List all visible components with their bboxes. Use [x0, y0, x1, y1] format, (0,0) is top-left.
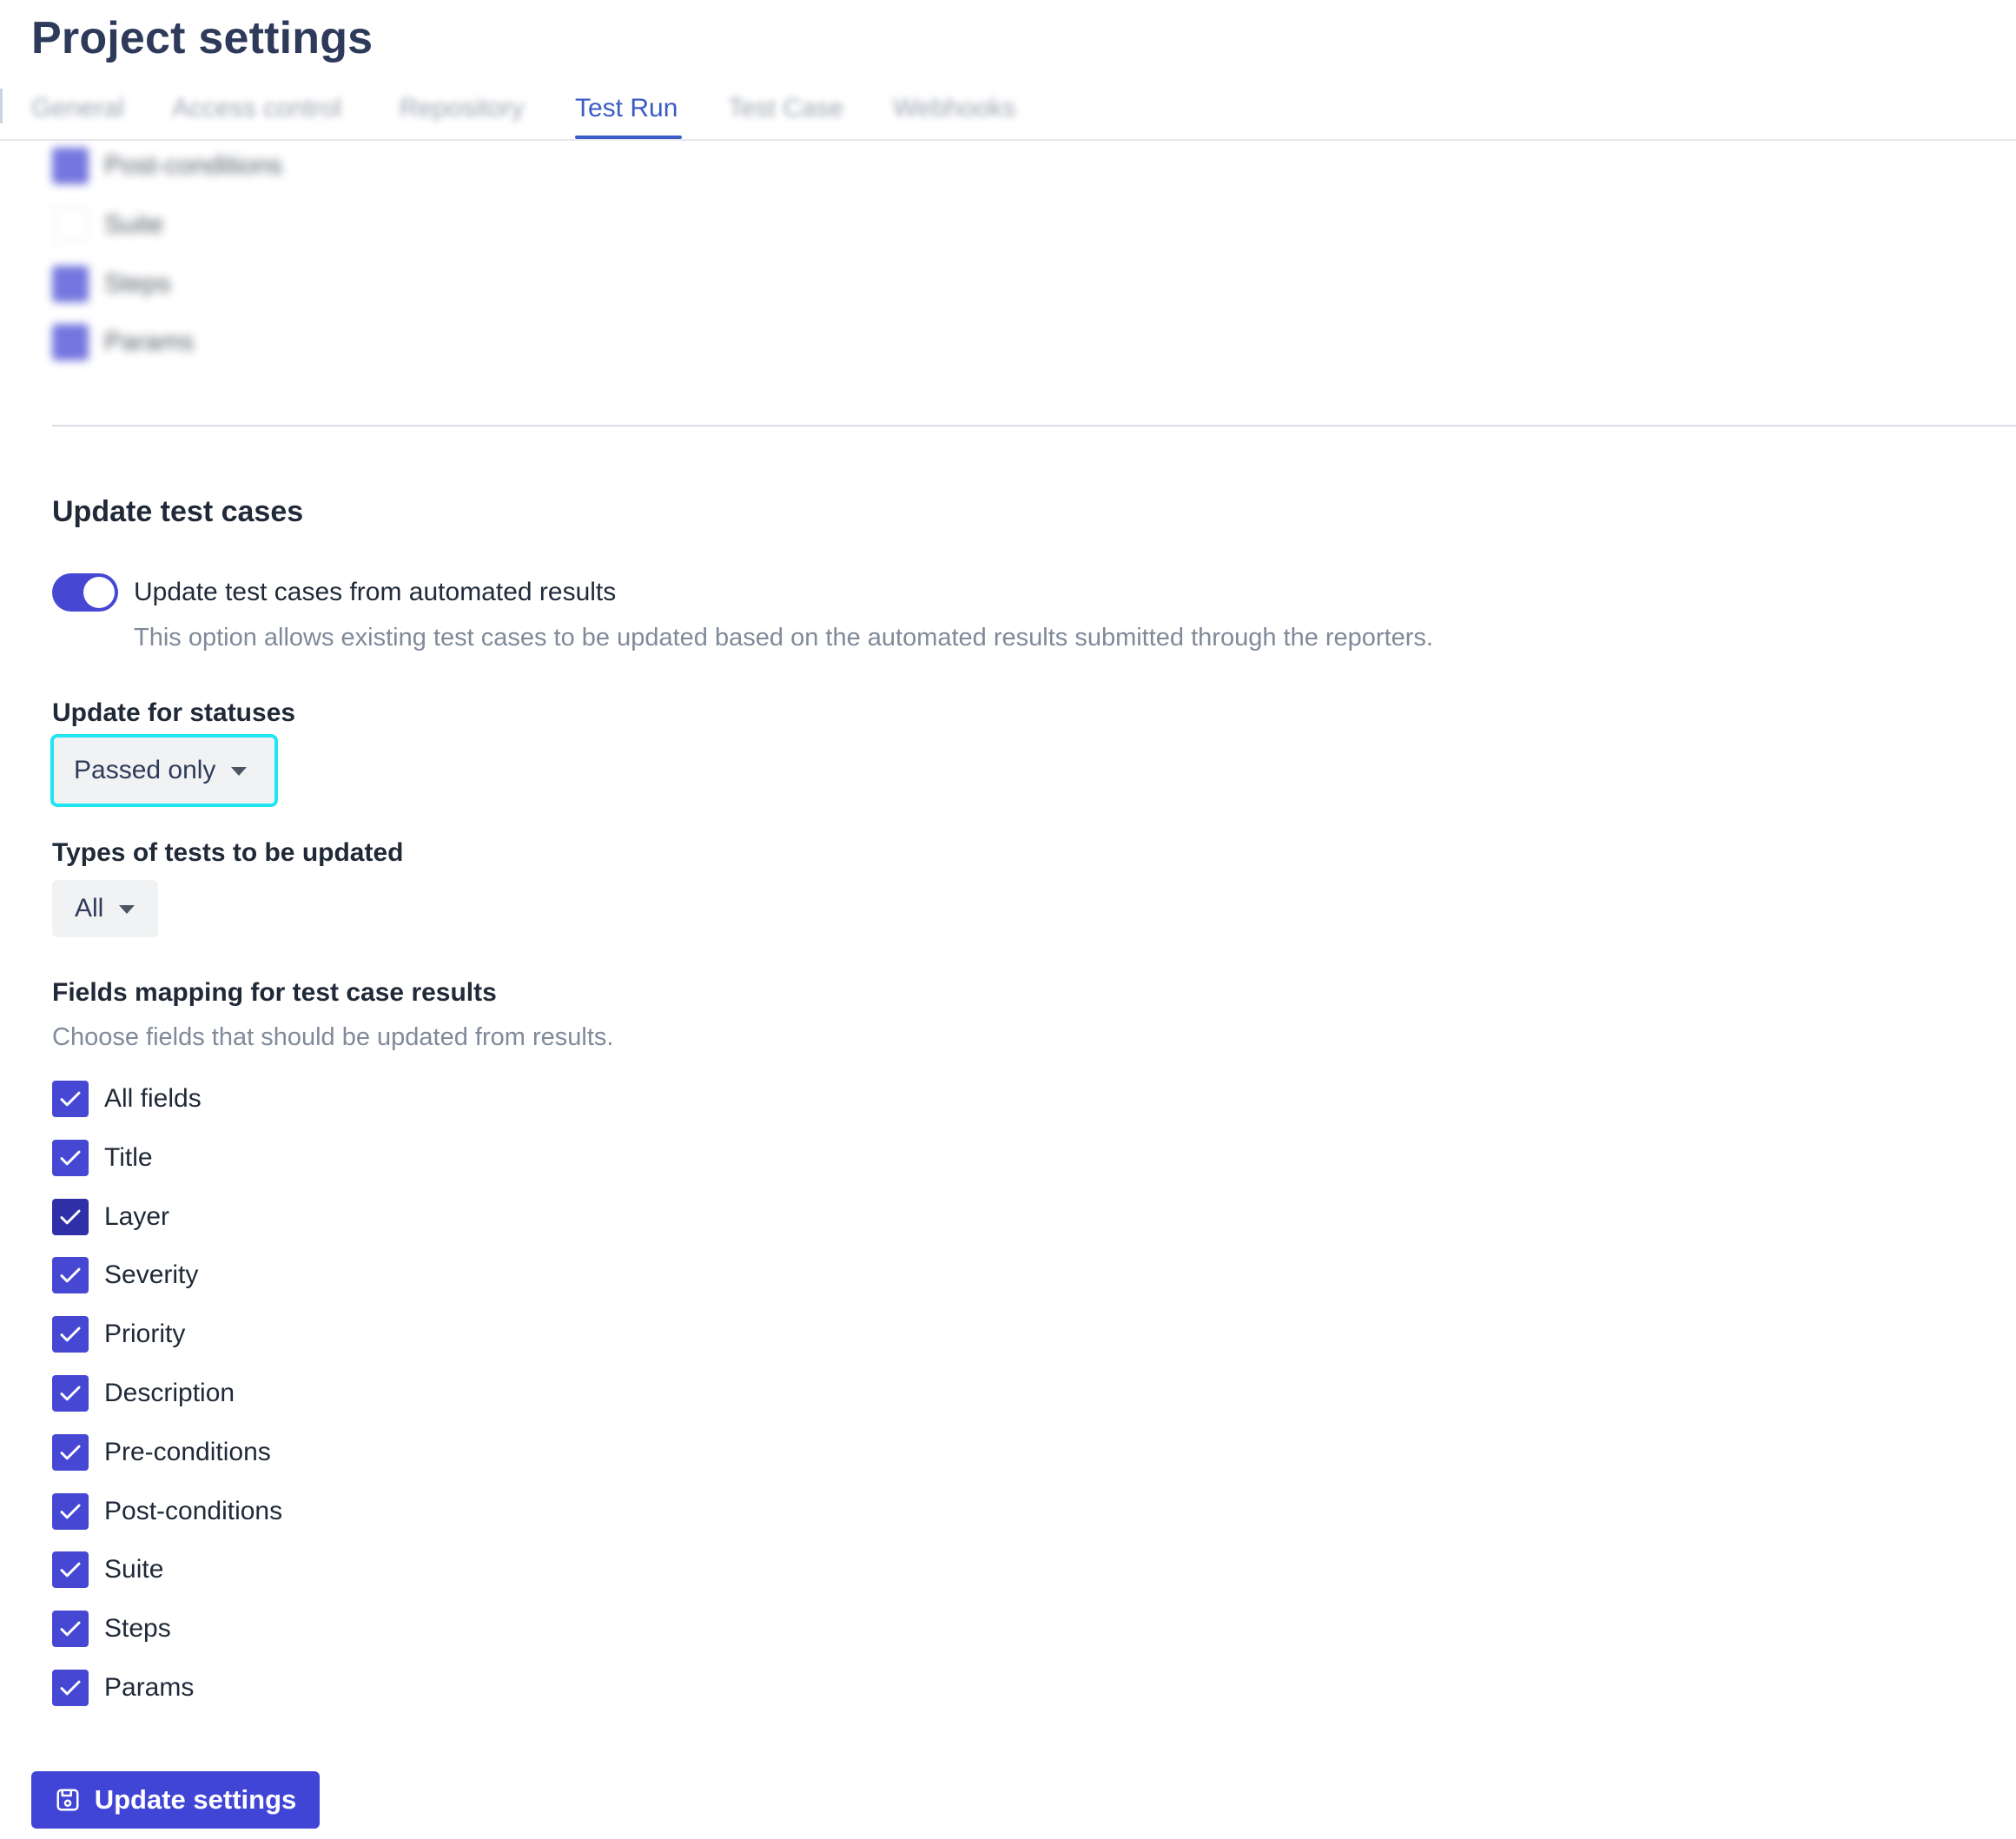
field-label: Severity: [104, 1260, 199, 1289]
upper-field-row: Post-conditions: [52, 147, 282, 185]
test-types-select[interactable]: All: [52, 880, 158, 937]
upper-field-checkbox[interactable]: [52, 324, 89, 361]
field-mapping-row: Suite: [52, 1551, 163, 1589]
toggle-help-text: This option allows existing test cases t…: [134, 624, 1433, 652]
field-checkbox[interactable]: [52, 1670, 89, 1706]
upper-field-label: Steps: [104, 269, 171, 298]
field-checkbox[interactable]: [52, 1140, 89, 1176]
checkmark-icon: [60, 1091, 81, 1107]
checkmark-icon: [60, 1326, 81, 1342]
checkmark-icon: [60, 1562, 81, 1578]
upper-field-row: Suite: [52, 206, 163, 244]
upper-field-row: Steps: [52, 265, 171, 303]
chevron-down-icon: [231, 767, 248, 776]
toggle-label: Update test cases from automated results: [134, 578, 617, 606]
checkmark-icon: [60, 1267, 81, 1283]
field-checkbox[interactable]: [52, 1493, 89, 1530]
field-checkbox[interactable]: [52, 1257, 89, 1293]
field-mapping-row: Severity: [52, 1256, 198, 1294]
toggle-knob: [83, 577, 115, 608]
checkmark-icon: [60, 1504, 81, 1519]
field-mapping-row: All fields: [52, 1080, 202, 1118]
statuses-select[interactable]: Passed only: [50, 734, 278, 807]
update-settings-button[interactable]: Update settings: [31, 1771, 320, 1829]
test-types-label: Types of tests to be updated: [52, 838, 404, 867]
field-checkbox[interactable]: [52, 1081, 89, 1117]
field-mapping-row: Description: [52, 1374, 235, 1412]
field-mapping-row: Params: [52, 1669, 194, 1707]
field-label: Title: [104, 1143, 153, 1172]
field-mapping-row: Layer: [52, 1198, 169, 1236]
checkmark-icon: [60, 1386, 81, 1401]
field-label: Steps: [104, 1614, 171, 1643]
upper-field-label: Suite: [104, 210, 164, 239]
active-tab-indicator: [575, 136, 682, 139]
test-types-select-value: All: [75, 894, 104, 923]
chevron-down-icon: [119, 905, 136, 914]
tab-repository[interactable]: Repository: [400, 94, 524, 123]
field-mapping-row: Post-conditions: [52, 1492, 282, 1531]
tab-access-control[interactable]: Access control: [172, 94, 341, 123]
statuses-label: Update for statuses: [52, 698, 296, 727]
upper-field-label: Params: [104, 327, 195, 356]
checkmark-icon: [60, 1445, 81, 1460]
field-label: Priority: [104, 1320, 186, 1348]
checkmark-icon: [60, 1150, 81, 1166]
field-label: Pre-conditions: [104, 1438, 271, 1466]
field-mapping-row: Pre-conditions: [52, 1433, 271, 1472]
project-settings-page: Project settings General Access control …: [0, 0, 2016, 1839]
tab-test-run[interactable]: Test Run: [575, 94, 678, 123]
field-checkbox[interactable]: [52, 1551, 89, 1588]
update-from-automated-toggle[interactable]: [52, 573, 118, 612]
tab-test-case[interactable]: Test Case: [728, 94, 843, 123]
field-mapping-row: Title: [52, 1139, 153, 1177]
field-checkbox[interactable]: [52, 1375, 89, 1412]
statuses-select-value: Passed only: [74, 756, 216, 784]
checkmark-icon: [60, 1680, 81, 1696]
upper-field-label: Post-conditions: [104, 151, 283, 180]
save-icon: [56, 1789, 79, 1811]
section-divider: [52, 425, 2016, 427]
upper-field-row: Params: [52, 323, 194, 361]
tab-bar-edge: [0, 89, 3, 123]
fields-mapping-label: Fields mapping for test case results: [52, 978, 497, 1007]
upper-field-checkbox[interactable]: [52, 207, 89, 243]
upper-field-checkbox[interactable]: [52, 266, 89, 302]
field-label: Post-conditions: [104, 1497, 283, 1525]
section-title: Update test cases: [52, 495, 304, 528]
field-mapping-row: Steps: [52, 1610, 171, 1648]
field-label: Description: [104, 1379, 235, 1407]
field-mapping-row: Priority: [52, 1315, 185, 1353]
field-label: Params: [104, 1673, 195, 1702]
page-title: Project settings: [31, 13, 373, 63]
tab-webhooks[interactable]: Webhooks: [893, 94, 1015, 123]
field-checkbox[interactable]: [52, 1199, 89, 1235]
fields-mapping-help: Choose fields that should be updated fro…: [52, 1023, 614, 1051]
checkmark-icon: [60, 1621, 81, 1637]
update-settings-label: Update settings: [94, 1784, 297, 1815]
field-label: All fields: [104, 1084, 202, 1113]
field-label: Layer: [104, 1202, 170, 1231]
field-checkbox[interactable]: [52, 1434, 89, 1471]
tab-general[interactable]: General: [31, 94, 124, 123]
field-checkbox[interactable]: [52, 1611, 89, 1647]
checkmark-icon: [60, 1209, 81, 1225]
upper-field-checkbox[interactable]: [52, 148, 89, 184]
settings-tabs: General Access control Repository Test R…: [0, 87, 2016, 141]
field-checkbox[interactable]: [52, 1316, 89, 1353]
field-label: Suite: [104, 1555, 164, 1584]
